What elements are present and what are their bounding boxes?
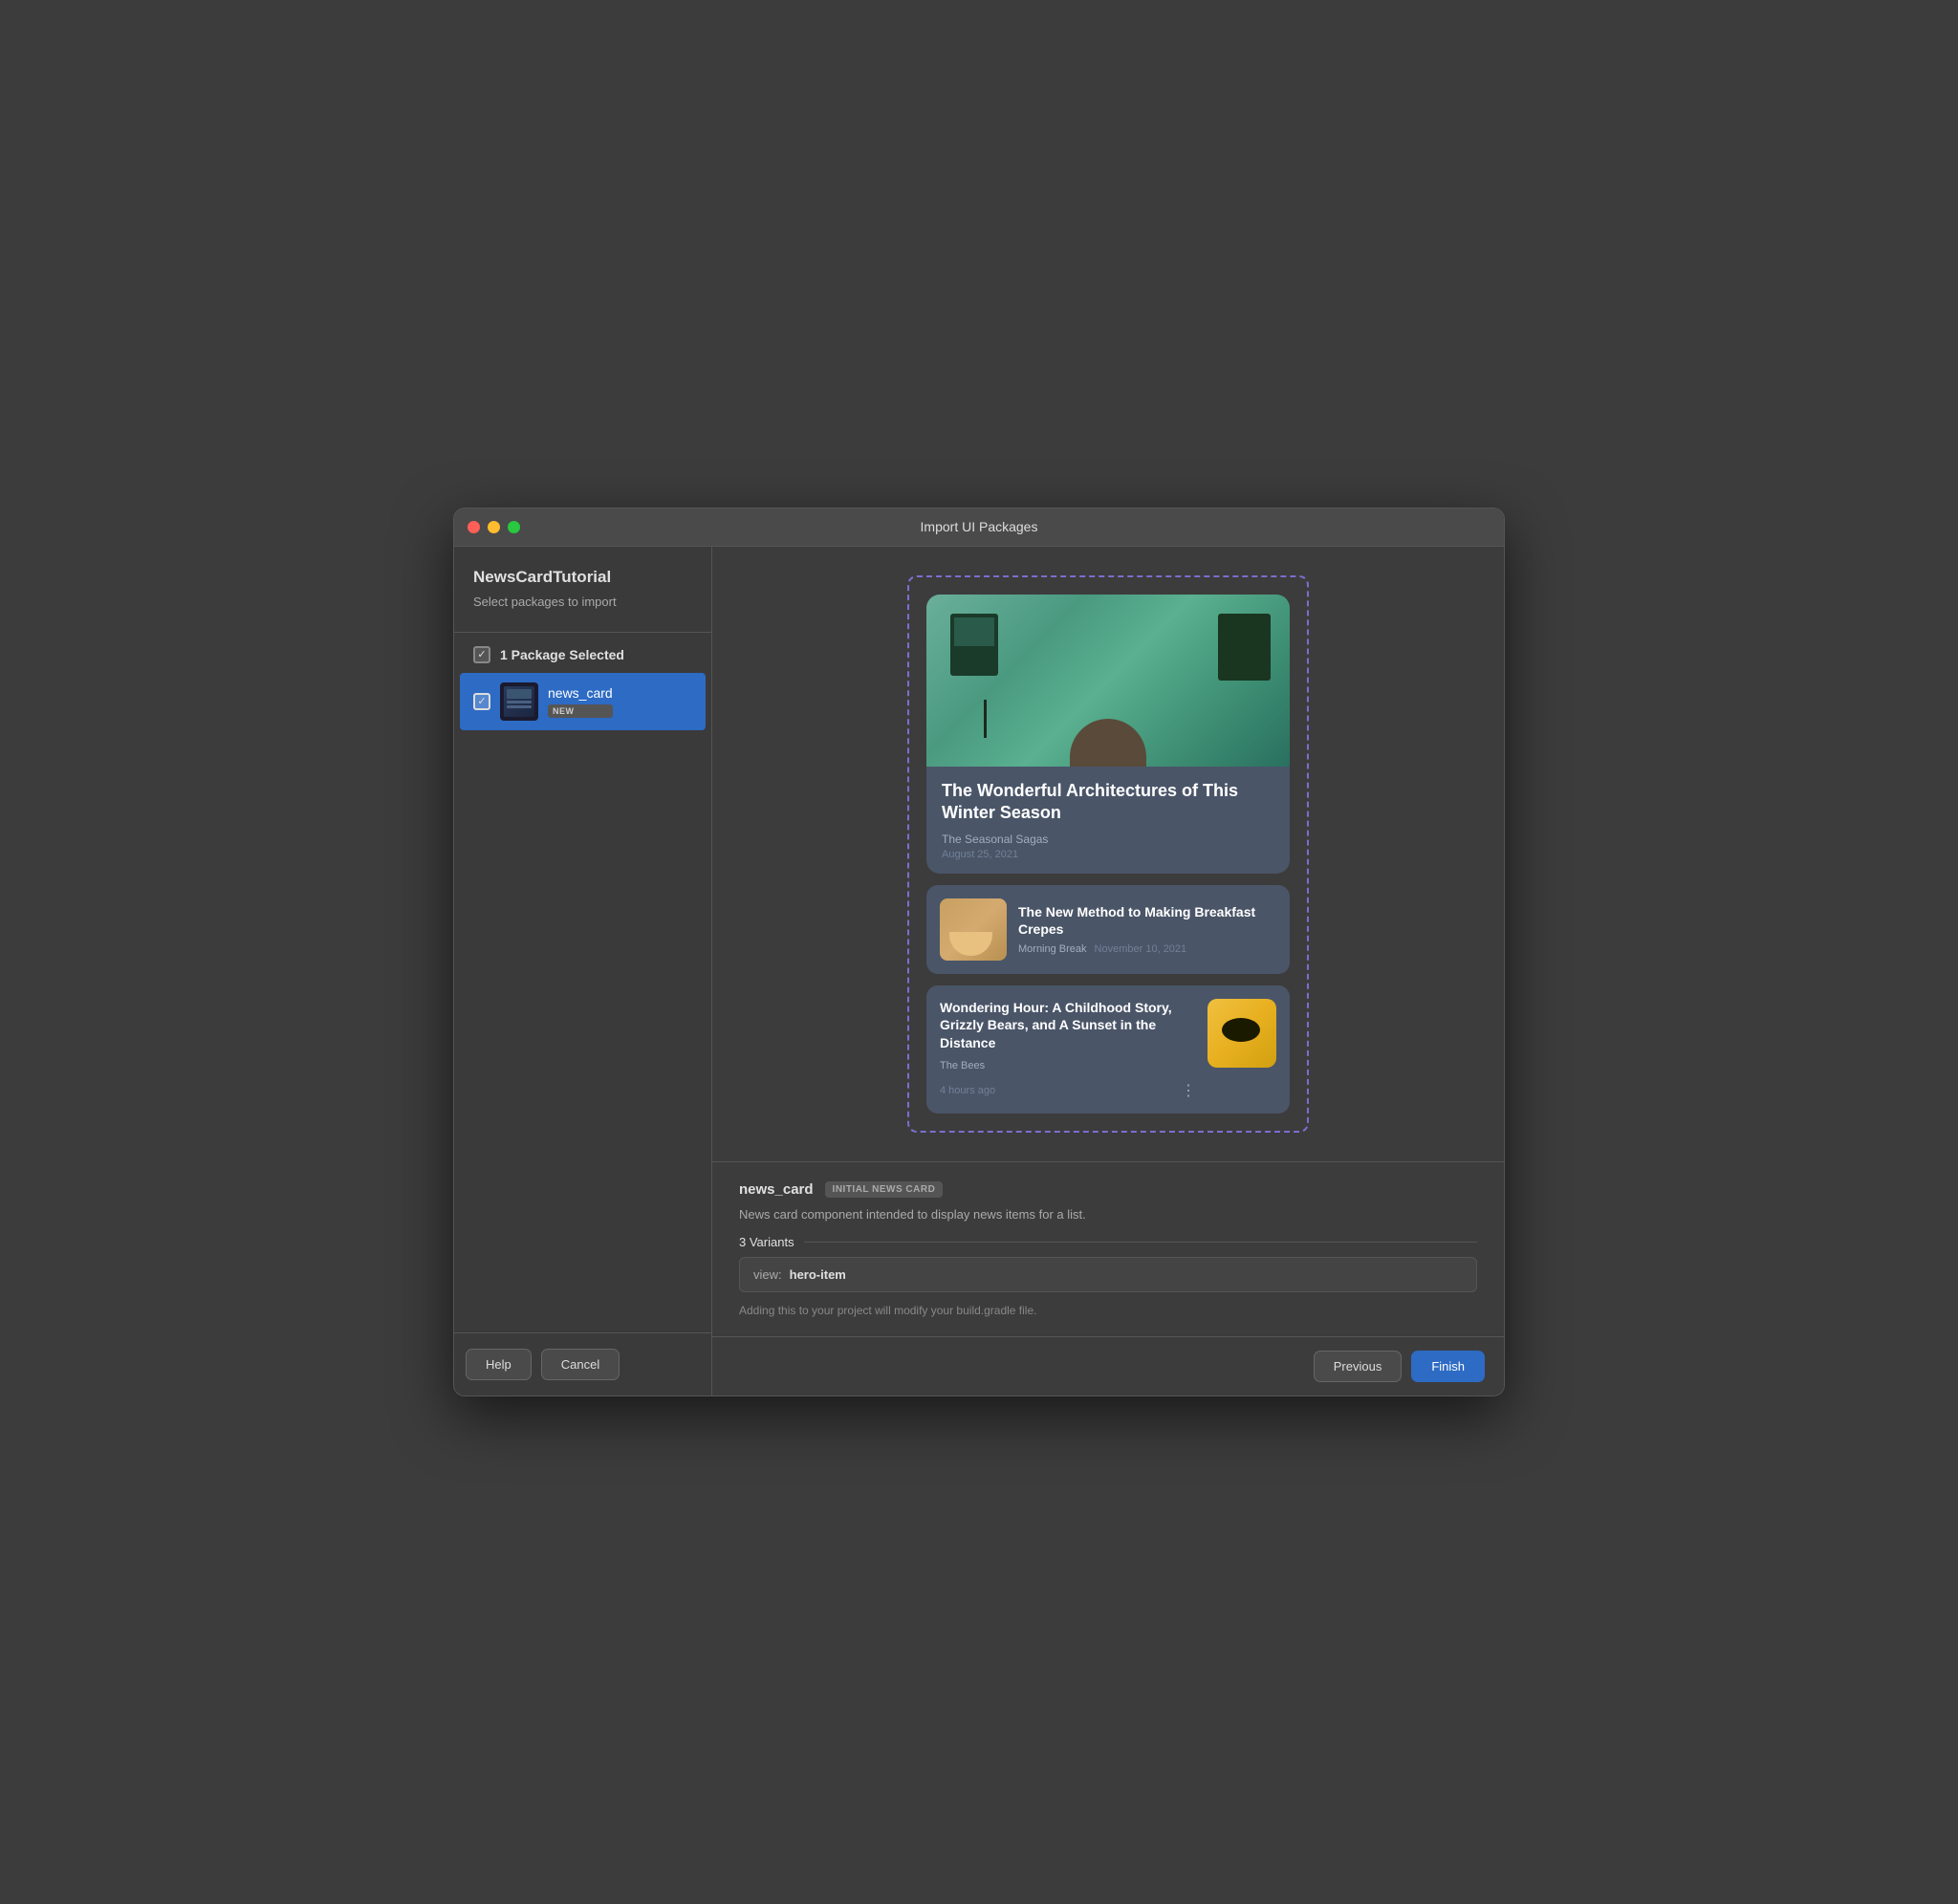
main-window: Import UI Packages NewsCardTutorial Sele… xyxy=(453,508,1505,1396)
info-header: news_card INITIAL NEWS CARD xyxy=(739,1181,1477,1198)
medium-image xyxy=(940,898,1007,961)
previous-button[interactable]: Previous xyxy=(1314,1351,1403,1382)
info-area: news_card INITIAL NEWS CARD News card co… xyxy=(712,1161,1504,1336)
small-source: The Bees xyxy=(940,1060,1196,1071)
hero-source: The Seasonal Sagas xyxy=(942,833,1274,846)
hero-text-area: The Wonderful Architectures of This Wint… xyxy=(926,767,1290,874)
bottom-bar: Previous Finish xyxy=(712,1336,1504,1396)
info-pkg-name: news_card xyxy=(739,1181,814,1198)
hero-image xyxy=(926,595,1290,767)
variants-count: 3 Variants xyxy=(739,1235,794,1249)
preview-dashed-border: The Wonderful Architectures of This Wint… xyxy=(907,575,1309,1133)
main-area: The Wonderful Architectures of This Wint… xyxy=(712,547,1504,1396)
info-badge: INITIAL NEWS CARD xyxy=(825,1181,944,1198)
finish-button[interactable]: Finish xyxy=(1411,1351,1485,1382)
window-controls xyxy=(468,521,520,533)
thumb-line-2 xyxy=(507,705,532,708)
thumbnail-inner xyxy=(504,686,534,717)
small-time: 4 hours ago xyxy=(940,1085,995,1096)
footer-note: Adding this to your project will modify … xyxy=(739,1304,1477,1317)
variant-key: view: xyxy=(753,1267,782,1282)
content-area: NewsCardTutorial Select packages to impo… xyxy=(454,547,1504,1396)
medium-card: The New Method to Making Breakfast Crepe… xyxy=(926,885,1290,974)
medium-source: Morning Break xyxy=(1018,943,1087,955)
package-name: news_card xyxy=(548,685,613,701)
window-title: Import UI Packages xyxy=(921,519,1038,534)
medium-text: The New Method to Making Breakfast Crepe… xyxy=(1018,903,1276,955)
sidebar-footer: Help Cancel xyxy=(454,1332,711,1396)
package-checkmark-icon: ✓ xyxy=(477,695,486,707)
small-bottom: 4 hours ago ⋮ xyxy=(940,1081,1196,1100)
cancel-button[interactable]: Cancel xyxy=(541,1349,620,1380)
hero-card: The Wonderful Architectures of This Wint… xyxy=(926,595,1290,874)
small-title: Wondering Hour: A Childhood Story, Grizz… xyxy=(940,999,1196,1053)
more-options-icon[interactable]: ⋮ xyxy=(1181,1081,1196,1100)
select-all-checkbox[interactable]: ✓ xyxy=(473,646,490,663)
divider xyxy=(454,632,711,633)
small-card: Wondering Hour: A Childhood Story, Grizz… xyxy=(926,985,1290,1114)
bottom-right-buttons: Previous Finish xyxy=(1314,1351,1485,1382)
package-header: ✓ 1 Package Selected xyxy=(454,646,711,663)
sidebar-subtitle: Select packages to import xyxy=(473,595,692,609)
medium-date: November 10, 2021 xyxy=(1095,943,1187,955)
sidebar: NewsCardTutorial Select packages to impo… xyxy=(454,547,712,1396)
variants-label: 3 Variants xyxy=(739,1235,1477,1249)
medium-title: The New Method to Making Breakfast Crepe… xyxy=(1018,903,1276,938)
minimize-button[interactable] xyxy=(488,521,500,533)
preview-area: The Wonderful Architectures of This Wint… xyxy=(712,547,1504,1161)
bee-icon xyxy=(1222,1018,1260,1042)
package-count: 1 Package Selected xyxy=(500,647,624,662)
app-name: NewsCardTutorial xyxy=(473,568,692,587)
package-info: news_card NEW xyxy=(548,685,613,718)
bowl-icon xyxy=(949,932,992,956)
variant-value: hero-item xyxy=(790,1267,846,1282)
arch-icon xyxy=(1070,719,1146,767)
sidebar-header: NewsCardTutorial Select packages to impo… xyxy=(454,547,711,618)
package-checkbox[interactable]: ✓ xyxy=(473,693,490,710)
info-description: News card component intended to display … xyxy=(739,1207,1477,1222)
package-badge: NEW xyxy=(548,704,613,718)
variants-divider xyxy=(804,1242,1477,1243)
checkmark-icon: ✓ xyxy=(477,648,486,660)
lamp-icon xyxy=(984,700,987,738)
thumb-img-block xyxy=(507,689,532,699)
package-thumbnail xyxy=(500,682,538,721)
medium-meta: Morning Break November 10, 2021 xyxy=(1018,943,1276,955)
package-item[interactable]: ✓ news_card NEW xyxy=(460,673,706,730)
close-button[interactable] xyxy=(468,521,480,533)
small-text: Wondering Hour: A Childhood Story, Grizz… xyxy=(940,999,1196,1101)
hero-title: The Wonderful Architectures of This Wint… xyxy=(942,780,1274,825)
building-window-icon xyxy=(950,614,998,676)
title-bar: Import UI Packages xyxy=(454,508,1504,547)
small-image xyxy=(1207,999,1276,1068)
variant-row: view: hero-item xyxy=(739,1257,1477,1292)
shutters-icon xyxy=(1218,614,1271,681)
maximize-button[interactable] xyxy=(508,521,520,533)
thumb-line-1 xyxy=(507,701,532,703)
help-button[interactable]: Help xyxy=(466,1349,532,1380)
hero-date: August 25, 2021 xyxy=(942,849,1274,860)
